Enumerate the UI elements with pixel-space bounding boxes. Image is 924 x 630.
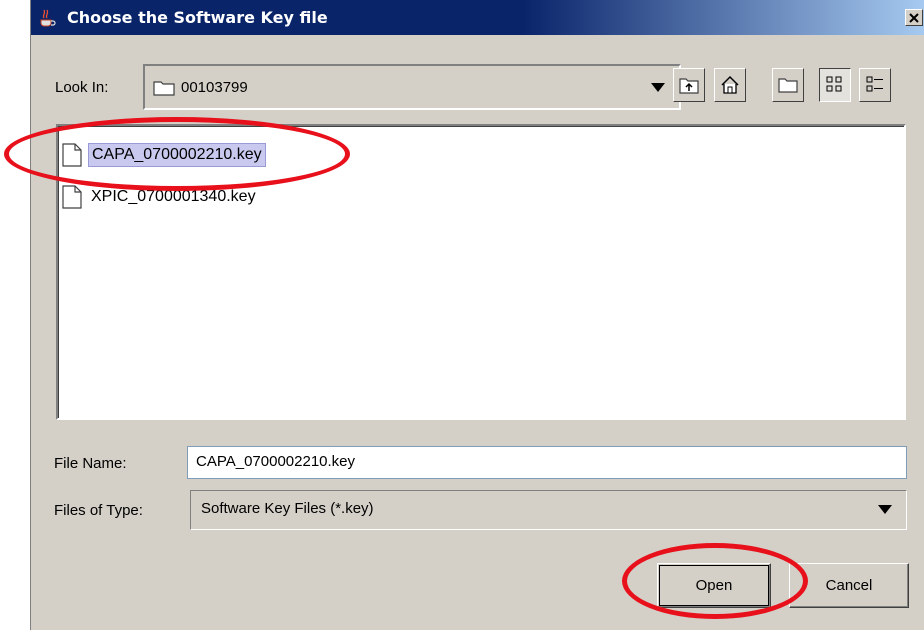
look-in-label: Look In: xyxy=(55,79,109,96)
list-view-icon xyxy=(826,76,842,92)
details-view-button[interactable] xyxy=(859,68,891,102)
file-icon xyxy=(62,185,82,209)
java-cup-icon xyxy=(40,9,56,27)
list-item[interactable]: CAPA_0700002210.key xyxy=(62,138,266,172)
chevron-down-icon xyxy=(651,83,665,92)
details-view-icon xyxy=(866,76,883,92)
title-bar[interactable]: Choose the Software Key file xyxy=(31,0,924,35)
up-one-level-icon xyxy=(679,78,699,94)
file-name-label: File Name: xyxy=(54,455,127,472)
file-chooser-dialog: Choose the Software Key file Look In: 00… xyxy=(30,0,924,630)
file-list[interactable]: CAPA_0700002210.key XPIC_0700001340.key xyxy=(56,124,906,420)
new-folder-button[interactable] xyxy=(772,68,804,102)
file-icon xyxy=(62,143,82,167)
look-in-value: 00103799 xyxy=(181,79,248,96)
close-button[interactable] xyxy=(905,9,923,26)
cancel-button-label: Cancel xyxy=(825,577,873,594)
files-of-type-value: Software Key Files (*.key) xyxy=(201,500,374,517)
home-button[interactable] xyxy=(714,68,746,102)
home-icon xyxy=(721,75,739,94)
cancel-button[interactable]: Cancel xyxy=(789,563,909,608)
window-title: Choose the Software Key file xyxy=(67,8,328,27)
file-name-field[interactable]: CAPA_0700002210.key xyxy=(187,446,907,479)
open-button-label: Open xyxy=(695,577,733,594)
file-name-value: CAPA_0700002210.key xyxy=(196,453,356,470)
up-one-level-button[interactable] xyxy=(673,68,705,102)
files-of-type-label: Files of Type: xyxy=(54,502,143,519)
close-icon xyxy=(909,12,919,23)
open-button[interactable]: Open xyxy=(657,563,771,608)
files-of-type-combo[interactable]: Software Key Files (*.key) xyxy=(190,490,907,530)
look-in-combo[interactable]: 00103799 xyxy=(143,64,681,110)
folder-icon xyxy=(153,81,175,96)
list-view-button[interactable] xyxy=(819,68,851,102)
list-item[interactable]: XPIC_0700001340.key xyxy=(62,180,259,214)
file-name-text: CAPA_0700002210.key xyxy=(88,143,266,167)
chevron-down-icon xyxy=(878,505,892,514)
file-name-text: XPIC_0700001340.key xyxy=(91,188,256,205)
new-folder-icon xyxy=(778,78,798,93)
